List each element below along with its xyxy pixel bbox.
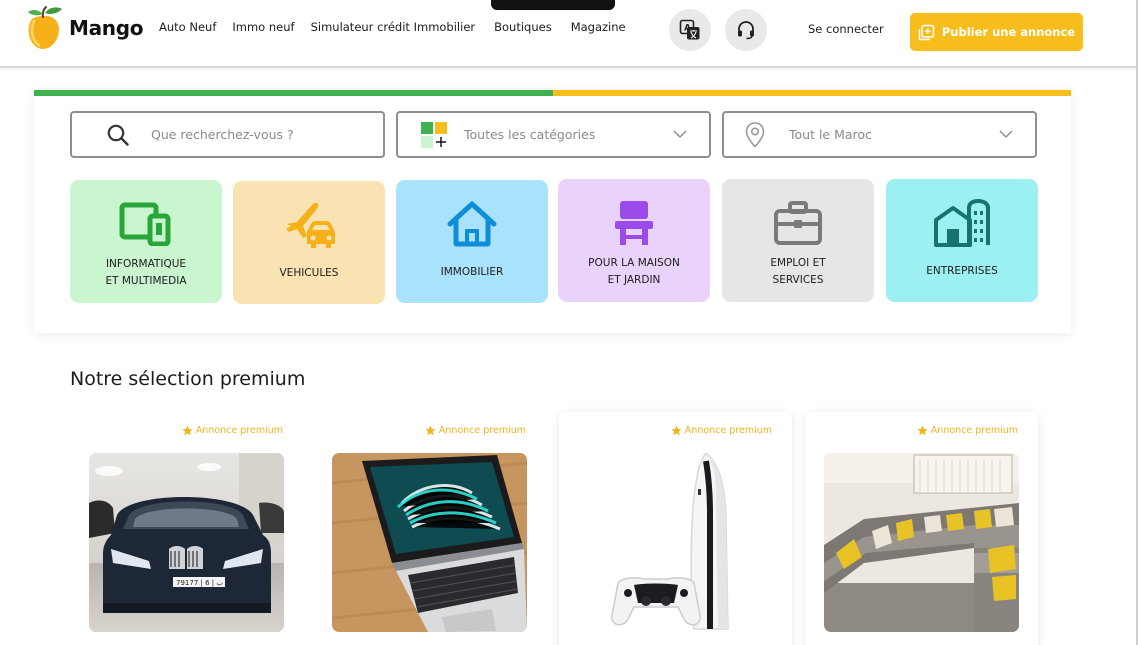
premium-card-car[interactable]: Annonce premium 79177 | ب | 6 [70, 412, 303, 645]
star-icon [425, 425, 436, 436]
progress-bar [34, 90, 1071, 96]
category-select-value: Toutes les catégories [464, 127, 596, 142]
premium-badge: Annonce premium [182, 425, 283, 436]
plane-car-icon [281, 199, 337, 251]
category-tile-emploi-services[interactable]: EMPLOI ET SERVICES [722, 179, 874, 302]
location-pin-icon [740, 121, 770, 148]
search-panel: Toutes les catégories Tout le Maroc [34, 90, 1071, 333]
translate-icon: A [679, 19, 700, 40]
devices-icon [119, 198, 173, 250]
premium-badge: Annonce premium [425, 425, 526, 436]
premium-card-console[interactable]: Annonce premium [559, 412, 792, 645]
star-icon [182, 425, 193, 436]
add-square-icon [918, 24, 935, 40]
support-button[interactable] [725, 9, 767, 51]
chevron-down-icon [673, 130, 687, 138]
location-select-value: Tout le Maroc [789, 127, 872, 142]
logo-text: Mango [69, 16, 144, 40]
console-photo [578, 453, 773, 632]
category-label: VEHICULES [279, 267, 339, 279]
premium-card-laptop[interactable]: Annonce premium [313, 412, 546, 645]
header: Mango Auto Neuf Immo neuf Simulateur cré… [0, 0, 1136, 68]
premium-section-title: Notre sélection premium [70, 368, 306, 390]
categories-grid-icon [419, 121, 449, 149]
category-label: ENTREPRISES [926, 265, 998, 277]
star-icon [671, 425, 682, 436]
mango-logo-icon [28, 6, 62, 49]
chair-icon [612, 197, 656, 249]
category-label: POUR LA MAISON ET JARDIN [588, 257, 680, 286]
search-field[interactable] [70, 111, 385, 158]
publish-ad-label: Publier une annonce [941, 25, 1076, 39]
login-link[interactable]: Se connecter [808, 22, 884, 36]
headset-icon [738, 21, 754, 40]
category-label: INFORMATIQUE ET MULTIMEDIA [105, 258, 187, 287]
premium-badge-label: Annonce premium [684, 425, 772, 436]
location-select[interactable]: Tout le Maroc [722, 111, 1037, 158]
premium-badge-label: Annonce premium [930, 425, 1018, 436]
category-select[interactable]: Toutes les catégories [396, 111, 711, 158]
progress-fill [34, 90, 553, 96]
page: Mango Auto Neuf Immo neuf Simulateur cré… [0, 0, 1138, 645]
nav-boutiques[interactable]: Boutiques [494, 20, 552, 34]
nav-auto-neuf[interactable]: Auto Neuf [159, 20, 216, 34]
category-tile-informatique[interactable]: INFORMATIQUE ET MULTIMEDIA [70, 180, 222, 303]
nav-simulateur-credit[interactable]: Simulateur crédit Immobilier [311, 20, 476, 34]
top-tab-indicator [491, 0, 615, 10]
chevron-down-icon [999, 130, 1013, 138]
translate-button[interactable]: A [669, 9, 711, 51]
category-tile-maison-jardin[interactable]: POUR LA MAISON ET JARDIN [558, 179, 710, 302]
category-tile-immobilier[interactable]: IMMOBILIER [396, 180, 548, 303]
house-icon [445, 198, 499, 250]
star-icon [917, 425, 928, 436]
laptop-photo [332, 453, 527, 632]
search-icon [100, 124, 136, 146]
logo[interactable]: Mango [24, 4, 144, 52]
premium-card-sofa[interactable]: Annonce premium [805, 412, 1038, 645]
category-tile-entreprises[interactable]: ENTREPRISES [886, 179, 1038, 302]
category-label: EMPLOI ET SERVICES [770, 257, 826, 286]
search-input[interactable] [151, 127, 351, 142]
nav-immo-neuf[interactable]: Immo neuf [232, 20, 294, 34]
car-photo: 79177 | ب | 6 [89, 453, 284, 632]
buildings-icon [933, 197, 991, 249]
svg-text:79177 | ب | 6: 79177 | ب | 6 [176, 579, 223, 587]
sofa-photo [824, 453, 1019, 632]
category-label: IMMOBILIER [440, 266, 504, 278]
premium-badge-label: Annonce premium [438, 425, 526, 436]
publish-ad-button[interactable]: Publier une annonce [910, 13, 1083, 51]
premium-badge: Annonce premium [917, 425, 1018, 436]
category-tile-vehicules[interactable]: VEHICULES [233, 181, 385, 304]
briefcase-icon [773, 197, 823, 249]
nav-magazine[interactable]: Magazine [571, 20, 626, 34]
main-nav: Auto Neuf Immo neuf Simulateur crédit Im… [159, 20, 626, 34]
premium-badge-label: Annonce premium [195, 425, 283, 436]
premium-badge: Annonce premium [671, 425, 772, 436]
